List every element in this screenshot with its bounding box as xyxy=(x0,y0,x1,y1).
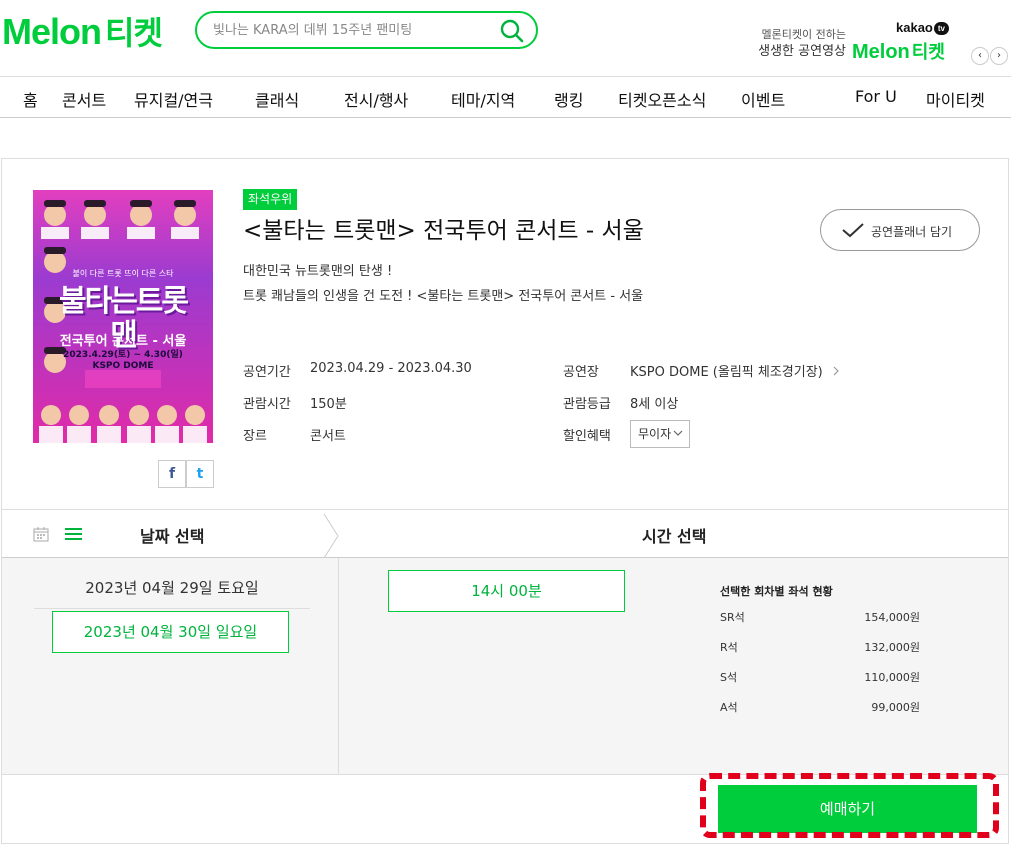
booking-header: 날짜 선택 시간 선택 xyxy=(2,510,1008,558)
venue-label: 공연장 xyxy=(563,365,599,380)
seat-row: SR석 154,000원 xyxy=(720,609,920,625)
video-promo-text[interactable]: 멜론티켓이 전하는 생생한 공연영상 xyxy=(740,26,846,60)
check-icon xyxy=(842,223,864,238)
nav-item-exhibition[interactable]: 전시/행사 xyxy=(344,87,408,111)
melon-ticket-small-logo[interactable]: Melon 티켓 xyxy=(852,38,945,64)
logo-ticket-text: 티켓 xyxy=(105,14,163,52)
nav-item-for-u[interactable]: For U xyxy=(855,87,897,106)
nav-item-musical[interactable]: 뮤지컬/연극 xyxy=(134,87,213,111)
nav-item-ticket-open[interactable]: 티켓오픈소식 xyxy=(618,87,706,111)
date-option[interactable]: 2023년 04월 29일 토요일 xyxy=(34,573,310,609)
venue-link[interactable]: KSPO DOME (올림픽 체조경기장) xyxy=(630,361,841,380)
product-detail: 불이 다른 트롯 뜨이 다른 스타 불타는트롯맨 전국투어 콘서트 - 서울 2… xyxy=(1,158,1009,510)
list-view-icon[interactable] xyxy=(65,527,82,541)
poster-venue-text: KSPO DOME xyxy=(92,361,154,371)
seat-row: A석 99,000원 xyxy=(720,699,920,715)
chevron-right-icon xyxy=(833,366,839,376)
seat-grade: SR석 xyxy=(720,611,745,624)
venue-value: KSPO DOME (올림픽 체조경기장) xyxy=(630,365,823,380)
booking-body: 2023년 04월 29일 토요일 2023년 04월 30일 일요일 14시 … xyxy=(2,558,1008,775)
main-nav: 홈 콘서트 뮤지컬/연극 클래식 전시/행사 테마/지역 랭킹 티켓오픈소식 이… xyxy=(0,76,1011,118)
runtime-value: 150분 xyxy=(310,397,347,412)
twitter-share-icon[interactable]: t xyxy=(186,460,214,488)
nav-item-concert[interactable]: 콘서트 xyxy=(62,87,106,111)
time-option-selected[interactable]: 14시 00분 xyxy=(388,570,625,612)
calendar-icon[interactable] xyxy=(33,526,49,542)
rating-value: 8세 이상 xyxy=(630,397,679,412)
small-logo-ticket: 티켓 xyxy=(911,42,945,63)
seat-price: 154,000원 xyxy=(864,611,920,624)
description-line-2: 트롯 쾌남들의 인생을 건 도전 ! <불타는 트롯맨> 전국투어 콘서트 - … xyxy=(243,289,644,304)
status-badge: 좌석우위 xyxy=(243,189,298,210)
kakao-text: kakao xyxy=(896,20,933,35)
poster-image: 불이 다른 트롯 뜨이 다른 스타 불타는트롯맨 전국투어 콘서트 - 서울 2… xyxy=(33,190,213,443)
seat-price: 99,000원 xyxy=(871,701,920,714)
genre-value: 콘서트 xyxy=(310,429,346,444)
product-description: 대한민국 뉴트롯맨의 탄생 ! 트롯 쾌남들의 인생을 건 도전 ! <불타는 … xyxy=(243,259,643,309)
time-select-header: 시간 선택 xyxy=(642,527,707,546)
small-logo-text: Melon xyxy=(852,41,910,63)
tv-badge: tv xyxy=(933,22,949,35)
seat-price: 132,000원 xyxy=(864,641,920,654)
search-input[interactable] xyxy=(213,21,493,39)
discount-dropdown[interactable]: 무이자 xyxy=(630,420,690,448)
promo-line-1: 멜론티켓이 전하는 xyxy=(761,28,846,41)
period-label: 공연기간 xyxy=(243,365,291,380)
chevron-down-icon xyxy=(673,430,683,436)
search-box xyxy=(195,11,538,49)
date-option-selected[interactable]: 2023년 04월 30일 일요일 xyxy=(52,611,289,653)
seat-grade: R석 xyxy=(720,641,738,654)
logo-text: Melon xyxy=(2,11,102,52)
facebook-share-icon[interactable]: f xyxy=(158,460,186,488)
seat-price: 110,000원 xyxy=(864,671,920,684)
seat-status-title: 선택한 회차별 좌석 현황 xyxy=(720,585,833,598)
discount-label: 할인혜택 xyxy=(563,429,611,444)
planner-label: 공연플래너 담기 xyxy=(871,225,953,239)
description-line-1: 대한민국 뉴트롯맨의 탄생 ! xyxy=(243,264,393,279)
prev-arrow-icon[interactable]: ‹ xyxy=(971,47,989,65)
seat-row: R석 132,000원 xyxy=(720,639,920,655)
step-arrow-divider xyxy=(323,514,339,558)
nav-item-classic[interactable]: 클래식 xyxy=(255,87,299,111)
column-divider xyxy=(338,558,339,775)
runtime-label: 관람시간 xyxy=(243,397,291,412)
nav-item-my-ticket[interactable]: 마이티켓 xyxy=(926,87,985,111)
seat-grade: S석 xyxy=(720,671,738,684)
promo-line-2: 생생한 공연영상 xyxy=(758,44,846,59)
seat-grade: A석 xyxy=(720,701,738,714)
nav-item-ranking[interactable]: 랭킹 xyxy=(554,87,583,111)
seat-row: S석 110,000원 xyxy=(720,669,920,685)
period-value: 2023.04.29 - 2023.04.30 xyxy=(310,361,472,376)
discount-value: 무이자 xyxy=(638,427,672,441)
poster-subtitle: 전국투어 콘서트 - 서울 xyxy=(59,334,187,349)
next-arrow-icon[interactable]: › xyxy=(990,47,1008,65)
date-select-header: 날짜 선택 xyxy=(140,527,205,546)
genre-label: 장르 xyxy=(243,429,267,444)
poster-tagline: 불이 다른 트롯 뜨이 다른 스타 xyxy=(72,269,174,278)
poster-date-text: 2023.4.29(토) ~ 4.30(일) xyxy=(63,350,183,360)
reserve-button[interactable]: 예매하기 xyxy=(718,785,977,833)
melon-ticket-logo[interactable]: Melon 티켓 xyxy=(2,11,163,53)
nav-item-home[interactable]: 홈 xyxy=(23,87,38,111)
nav-item-theme[interactable]: 테마/지역 xyxy=(451,87,515,111)
poster-date: 2023.4.29(토) ~ 4.30(일) KSPO DOME xyxy=(51,350,195,372)
nav-item-event[interactable]: 이벤트 xyxy=(741,87,785,111)
search-icon[interactable] xyxy=(500,19,524,43)
add-to-planner-button[interactable]: 공연플래너 담기 xyxy=(820,209,980,251)
kakao-tv-logo: kakao tv xyxy=(896,20,949,35)
rating-label: 관람등급 xyxy=(563,397,611,412)
product-title: <불타는 트롯맨> 전국투어 콘서트 - 서울 xyxy=(243,218,644,244)
